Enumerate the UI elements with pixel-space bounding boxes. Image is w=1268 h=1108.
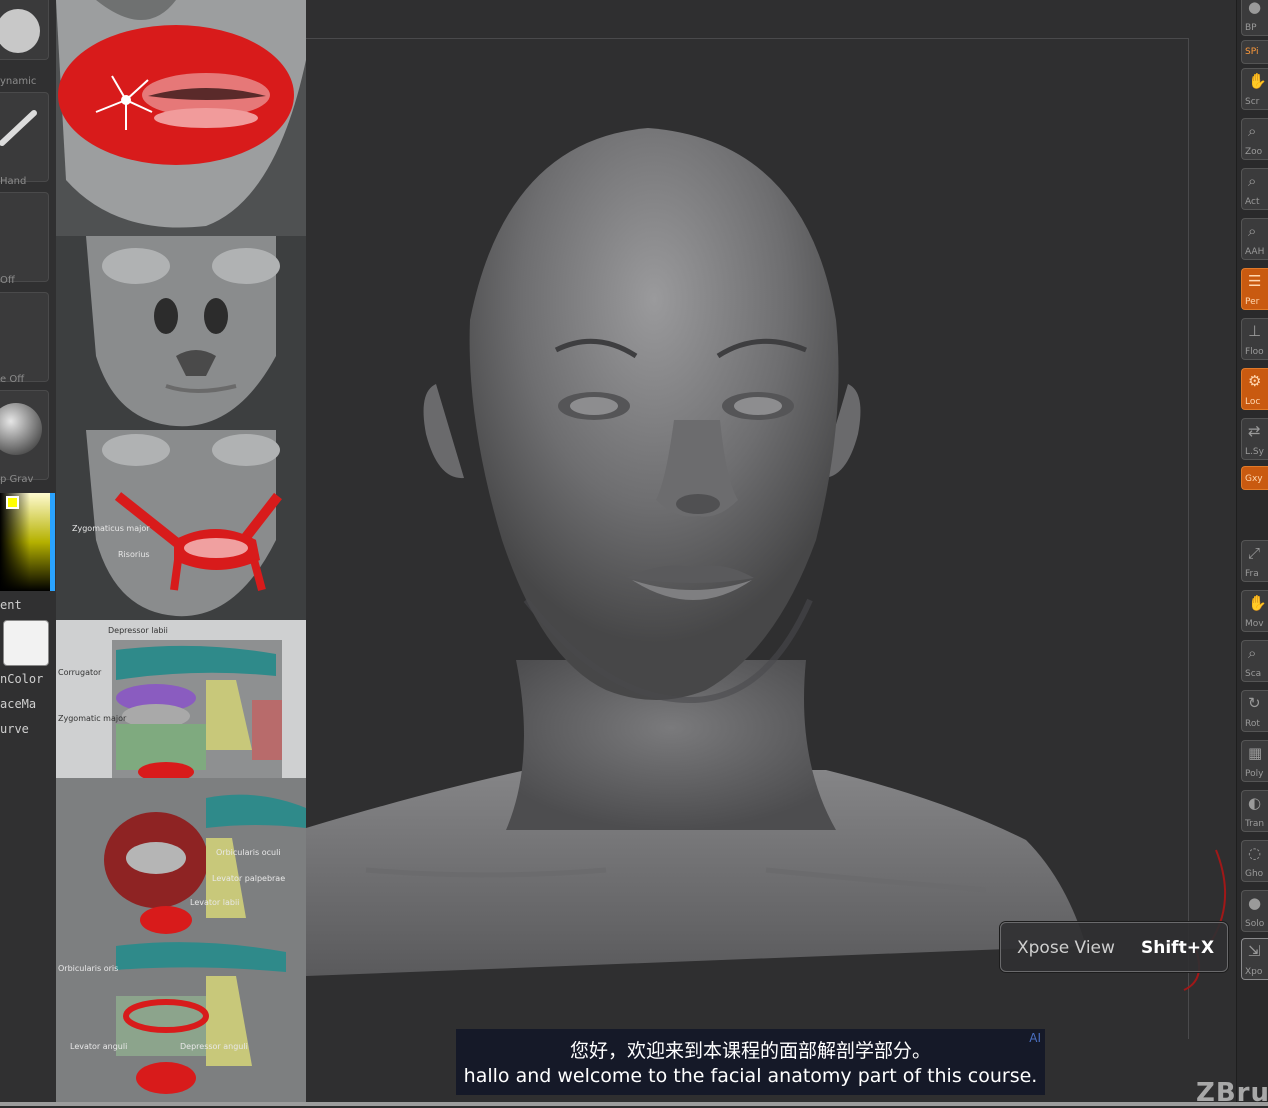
ref-mouth-region: Orbicularis oris Levator anguli Depresso… — [56, 936, 306, 1107]
skull-face-image — [56, 236, 306, 430]
scroll-button[interactable]: ✋ Scr — [1241, 68, 1268, 110]
shelf-text-curve[interactable]: urve — [0, 722, 54, 736]
color-picker[interactable] — [0, 493, 55, 591]
annot-orbicularis-oris: Orbicularis oris — [58, 964, 119, 973]
annot-corrugator: Corrugator — [58, 668, 102, 677]
reference-image-strip: Zygomaticus major Risorius Depressor lab… — [56, 0, 306, 1107]
ref-eye-orbicularis: Orbicularis oculi Levator palpebrae Leva… — [56, 778, 306, 937]
frame-icon: ⤢ — [1248, 544, 1261, 562]
transparency-icon: ◐ — [1248, 794, 1262, 812]
rotation-gizmo-icon[interactable] — [1176, 840, 1236, 1000]
matcap-sphere-icon — [0, 403, 42, 455]
material-slot[interactable] — [0, 390, 49, 480]
xpose-icon: ⇲ — [1248, 942, 1261, 960]
eye-muscle-image — [56, 778, 306, 936]
annot-levator-anguli: Levator anguli — [70, 1042, 128, 1051]
annot-zygomatic-major: Zygomatic major — [58, 714, 127, 723]
xpose-button[interactable]: ⇲ Xpo — [1241, 938, 1268, 980]
region-map-image — [56, 620, 306, 778]
tooltip-name: Xpose View — [1017, 938, 1115, 958]
perspective-icon: ☰ — [1248, 272, 1262, 290]
actual-size-button[interactable]: ⌕ Act — [1241, 168, 1268, 210]
zoom-button[interactable]: ⌕ Zoo — [1241, 118, 1268, 160]
annot-levator-labii: Levator labii — [190, 898, 240, 907]
polyframe-icon: ▦ — [1248, 744, 1263, 762]
shelf-text-switchcolor[interactable]: nColor — [0, 672, 54, 686]
left-tool-shelf: ynamic Hand Off e Off p Grav ent nColor … — [0, 0, 57, 1106]
ghost-button[interactable]: ◌ Gho — [1241, 840, 1268, 882]
sphere-icon: ● — [1248, 0, 1262, 16]
floor-icon: ⊥ — [1248, 322, 1262, 340]
stroke-slot[interactable] — [0, 92, 49, 182]
rotate-icon: ↻ — [1248, 694, 1261, 712]
symmetry-icon: ⇄ — [1248, 422, 1261, 440]
shelf-label-off: Off — [0, 275, 15, 286]
lsym-button[interactable]: ⇄ L.Sy — [1241, 418, 1268, 460]
bpr-render-button[interactable]: ● BP — [1241, 0, 1268, 36]
ghost-icon: ◌ — [1248, 844, 1262, 862]
bottom-divider — [0, 1102, 1268, 1106]
brush-slot[interactable] — [0, 0, 49, 60]
rotate-button[interactable]: ↻ Rot — [1241, 690, 1268, 732]
ref-lips-closeup — [56, 0, 306, 237]
floor-button[interactable]: ⊥ Floo — [1241, 318, 1268, 360]
solo-button[interactable]: ● Solo — [1241, 890, 1268, 932]
lips-orbicularis-image — [56, 0, 306, 236]
annot-orbicularis-oculi: Orbicularis oculi — [216, 848, 281, 857]
alpha-slot[interactable] — [0, 192, 49, 282]
ai-badge: AI — [1029, 1031, 1041, 1045]
move-button[interactable]: ✋ Mov — [1241, 590, 1268, 632]
shelf-label-dynamic: ynamic — [0, 76, 37, 87]
xpose-view-tooltip: Xpose View Shift+X — [1000, 922, 1228, 972]
shelf-label-e-off: e Off — [0, 374, 25, 385]
sphere-brush-icon — [0, 9, 40, 53]
magnifier-icon: ⌕ — [1248, 172, 1257, 190]
subtitle-overlay: 您好，欢迎来到本课程的面部解剖学部分。 hallo and welcome to… — [456, 1029, 1045, 1095]
antialiased-half-button[interactable]: ⌕ AAH — [1241, 218, 1268, 260]
magnifier-icon: ⌕ — [1248, 122, 1257, 140]
polyframe-button[interactable]: ▦ Poly — [1241, 740, 1268, 782]
subtitle-chinese: 您好，欢迎来到本课程的面部解剖学部分。 — [569, 1040, 931, 1062]
annot-risorius: Risorius — [118, 550, 150, 559]
solo-icon: ● — [1248, 894, 1262, 912]
frame-button[interactable]: ⤢ Fra — [1241, 540, 1268, 582]
annot-levator-palpebrae: Levator palpebrae — [212, 874, 286, 883]
subtitle-english: hallo and welcome to the facial anatomy … — [463, 1065, 1038, 1087]
secondary-color-swatch[interactable] — [3, 620, 49, 666]
ref-zygomatic-muscles: Zygomaticus major Risorius — [56, 430, 306, 621]
mouth-muscle-image — [56, 936, 306, 1106]
shelf-text-gradient[interactable]: ent — [0, 598, 54, 612]
transp-button[interactable]: ◐ Tran — [1241, 790, 1268, 832]
annot-depressor-anguli: Depressor anguli — [180, 1042, 248, 1051]
shelf-label-grav: p Grav — [0, 474, 34, 485]
local-icon: ⚙ — [1248, 372, 1262, 390]
texture-slot[interactable] — [0, 292, 49, 382]
annot-depressor-labii: Depressor labii — [108, 626, 168, 635]
ref-facial-region-map: Depressor labii Corrugator Zygomatic maj… — [56, 620, 306, 779]
ref-skull-overlay — [56, 236, 306, 431]
right-tool-shelf: ● BP SPi ✋ Scr ⌕ Zoo ⌕ Act ⌕ AAH ☰ Per ⊥… — [1236, 0, 1268, 1106]
tooltip-shortcut: Shift+X — [1141, 938, 1215, 958]
local-button[interactable]: ⚙ Loc — [1241, 368, 1268, 410]
magnifier-icon: ⌕ — [1248, 644, 1257, 662]
perspective-button[interactable]: ☰ Per — [1241, 268, 1268, 310]
annot-zygomaticus: Zygomaticus major — [72, 524, 150, 533]
hand-icon: ✋ — [1248, 594, 1267, 612]
hand-icon: ✋ — [1248, 72, 1267, 90]
shelf-text-replacemat[interactable]: aceMa — [0, 697, 54, 711]
gxyz-button[interactable]: Gxy — [1241, 466, 1268, 490]
spix-slider[interactable]: SPi — [1241, 40, 1268, 64]
scale-button[interactable]: ⌕ Sca — [1241, 640, 1268, 682]
magnifier-icon: ⌕ — [1248, 222, 1257, 240]
stroke-icon — [0, 110, 37, 146]
shelf-label-hand: Hand — [0, 176, 27, 187]
color-picker-cursor[interactable] — [6, 496, 19, 509]
